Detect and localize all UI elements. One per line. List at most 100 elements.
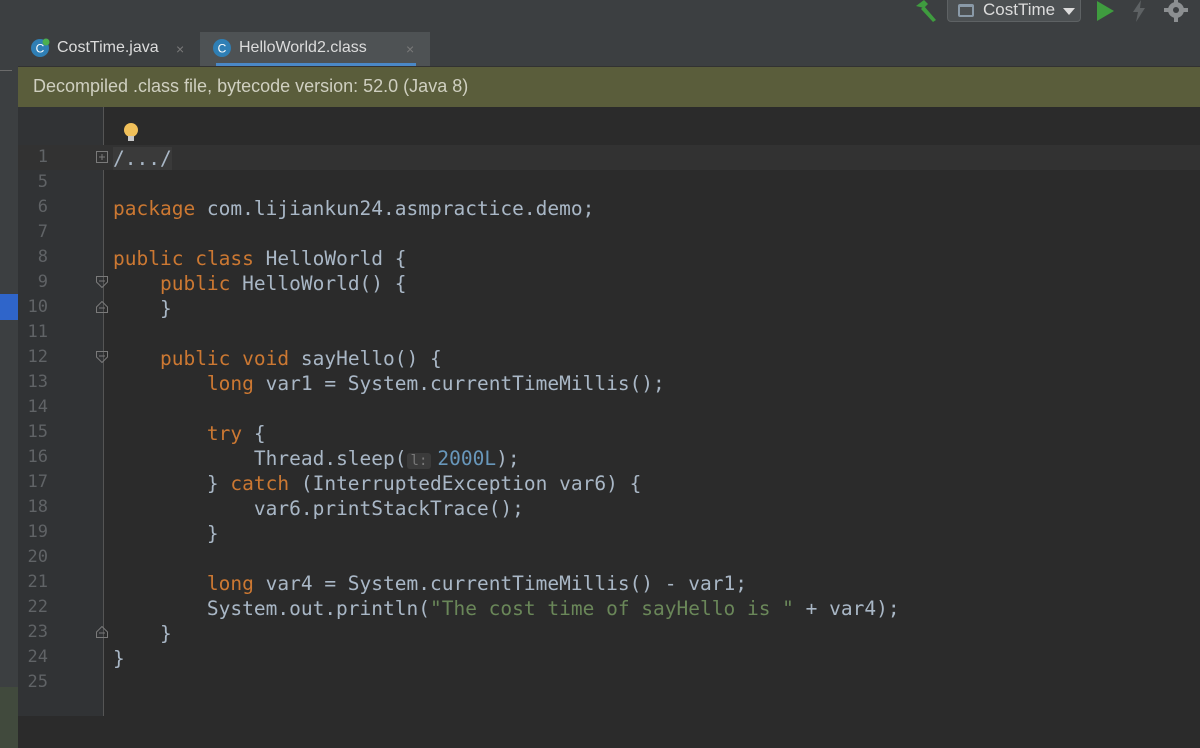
tab-label: HelloWorld2.class (239, 39, 367, 56)
keyword: public (113, 247, 184, 270)
line-number: 8 (37, 247, 48, 267)
code-line: 6 package com.lijiankun24.asmpractice.de… (18, 195, 1200, 220)
identifier: } (206, 522, 219, 545)
tab-costtime-java[interactable]: C CostTime.java × (18, 32, 200, 66)
code-line: 12 public void sayHello() { (18, 345, 1200, 370)
identifier: { (242, 422, 266, 445)
lightbulb-icon[interactable] (122, 122, 140, 144)
line-number: 22 (27, 597, 48, 617)
debug-gear-icon[interactable] (1164, 0, 1188, 22)
keyword: long (206, 372, 254, 395)
parameter-hint: l: (406, 453, 432, 469)
code-text: var6.printStackTrace(); (113, 497, 524, 520)
code-text: } (113, 522, 219, 545)
code-line: 1 /.../ (18, 145, 1200, 170)
code-line: 24 } (18, 645, 1200, 670)
editor-tab-bar: C CostTime.java × C HelloWorld2.class × (18, 32, 1200, 67)
identifier: HelloWorld() { (230, 272, 407, 295)
line-number: 24 (27, 647, 48, 667)
fold-end-icon[interactable] (96, 301, 108, 313)
folded-import-block[interactable]: /.../ (113, 147, 172, 170)
run-config-label: CostTime (983, 0, 1056, 19)
main-toolbar: CostTime (0, 0, 1200, 32)
identifier: ); (496, 447, 520, 470)
line-number: 19 (27, 522, 48, 542)
selected-tree-item-marker[interactable] (0, 294, 18, 320)
code-text: System.out.println("The cost time of say… (113, 597, 900, 620)
code-text: package com.lijiankun24.asmpractice.demo… (113, 197, 594, 220)
fold-collapse-icon[interactable] (96, 276, 108, 288)
code-line: 16 Thread.sleep(l: 2000L); (18, 445, 1200, 470)
identifier: (InterruptedException var6) { (289, 472, 642, 495)
code-text: public void sayHello() { (113, 347, 442, 370)
identifier: System.out.println( (206, 597, 430, 620)
keyword: public (159, 347, 231, 370)
code-line: 22 System.out.println("The cost time of … (18, 595, 1200, 620)
identifier: } (159, 297, 172, 320)
code-line: 20 (18, 545, 1200, 570)
close-icon[interactable]: × (176, 41, 184, 57)
line-number: 21 (27, 572, 48, 592)
line-number: 23 (27, 622, 48, 642)
code-line: 23 } (18, 620, 1200, 645)
keyword: public (159, 272, 231, 295)
code-line: 21 long var4 = System.currentTimeMillis(… (18, 570, 1200, 595)
code-text: public class HelloWorld { (113, 247, 407, 270)
code-line: 15 try { (18, 420, 1200, 445)
identifier: } (206, 472, 231, 495)
project-tool-strip (0, 32, 19, 748)
code-line: 11 (18, 320, 1200, 345)
line-number: 7 (37, 222, 48, 242)
fold-collapse-icon[interactable] (96, 351, 108, 363)
identifier: com.lijiankun24.asmpractice.demo; (195, 197, 595, 220)
code-text: long var4 = System.currentTimeMillis() -… (113, 572, 747, 595)
keyword: long (206, 572, 254, 595)
code-line: 25 (18, 670, 1200, 695)
code-line: 8 public class HelloWorld { (18, 245, 1200, 270)
close-icon[interactable]: × (406, 41, 414, 57)
fold-expand-icon[interactable] (96, 151, 108, 163)
code-line: 17 } catch (InterruptedException var6) { (18, 470, 1200, 495)
code-editor[interactable]: 1 /.../ 5 6 package com.lijiankun24.asmp… (18, 107, 1200, 716)
svg-text:C: C (218, 42, 227, 56)
line-number: 13 (27, 372, 48, 392)
code-line: 13 long var1 = System.currentTimeMillis(… (18, 370, 1200, 395)
code-line: 18 var6.printStackTrace(); (18, 495, 1200, 520)
identifier: var1 = System.currentTimeMillis(); (253, 372, 665, 395)
line-number: 14 (27, 397, 48, 417)
line-number: 1 (37, 147, 48, 167)
identifier: } (159, 622, 172, 645)
line-number: 9 (37, 272, 48, 292)
run-config-icon (958, 4, 974, 17)
run-icon[interactable] (1094, 0, 1116, 22)
tab-helloworld2-class[interactable]: C HelloWorld2.class × (200, 32, 430, 66)
code-line: 5 (18, 170, 1200, 195)
keyword: void (242, 347, 290, 370)
code-text: } catch (InterruptedException var6) { (113, 472, 641, 495)
run-configuration-selector[interactable]: CostTime (947, 0, 1081, 22)
number-literal: 2000L (437, 447, 497, 470)
code-text: public HelloWorld() { (113, 272, 407, 295)
code-text: long var1 = System.currentTimeMillis(); (113, 372, 665, 395)
fold-end-icon[interactable] (96, 626, 108, 638)
keyword: class (195, 247, 254, 270)
code-text: Thread.sleep(l: 2000L); (113, 447, 520, 470)
hammer-build-icon[interactable] (912, 0, 940, 22)
line-number: 6 (37, 197, 48, 217)
line-number: 15 (27, 422, 48, 442)
line-number: 10 (27, 297, 48, 317)
code-line: 14 (18, 395, 1200, 420)
identifier: Thread.sleep( (253, 447, 407, 470)
identifier: + var4); (793, 597, 900, 620)
keyword: try (206, 422, 243, 445)
keyword: catch (230, 472, 290, 495)
chevron-down-icon (1063, 8, 1075, 15)
line-number: 11 (27, 322, 48, 342)
tab-label: CostTime.java (57, 39, 159, 56)
line-number: 5 (37, 172, 48, 192)
apply-changes-icon[interactable] (1130, 0, 1148, 22)
identifier: var6.printStackTrace(); (253, 497, 524, 520)
identifier: HelloWorld { (253, 247, 407, 270)
code-text: } (113, 647, 125, 670)
decompiled-banner: Decompiled .class file, bytecode version… (18, 67, 1200, 107)
